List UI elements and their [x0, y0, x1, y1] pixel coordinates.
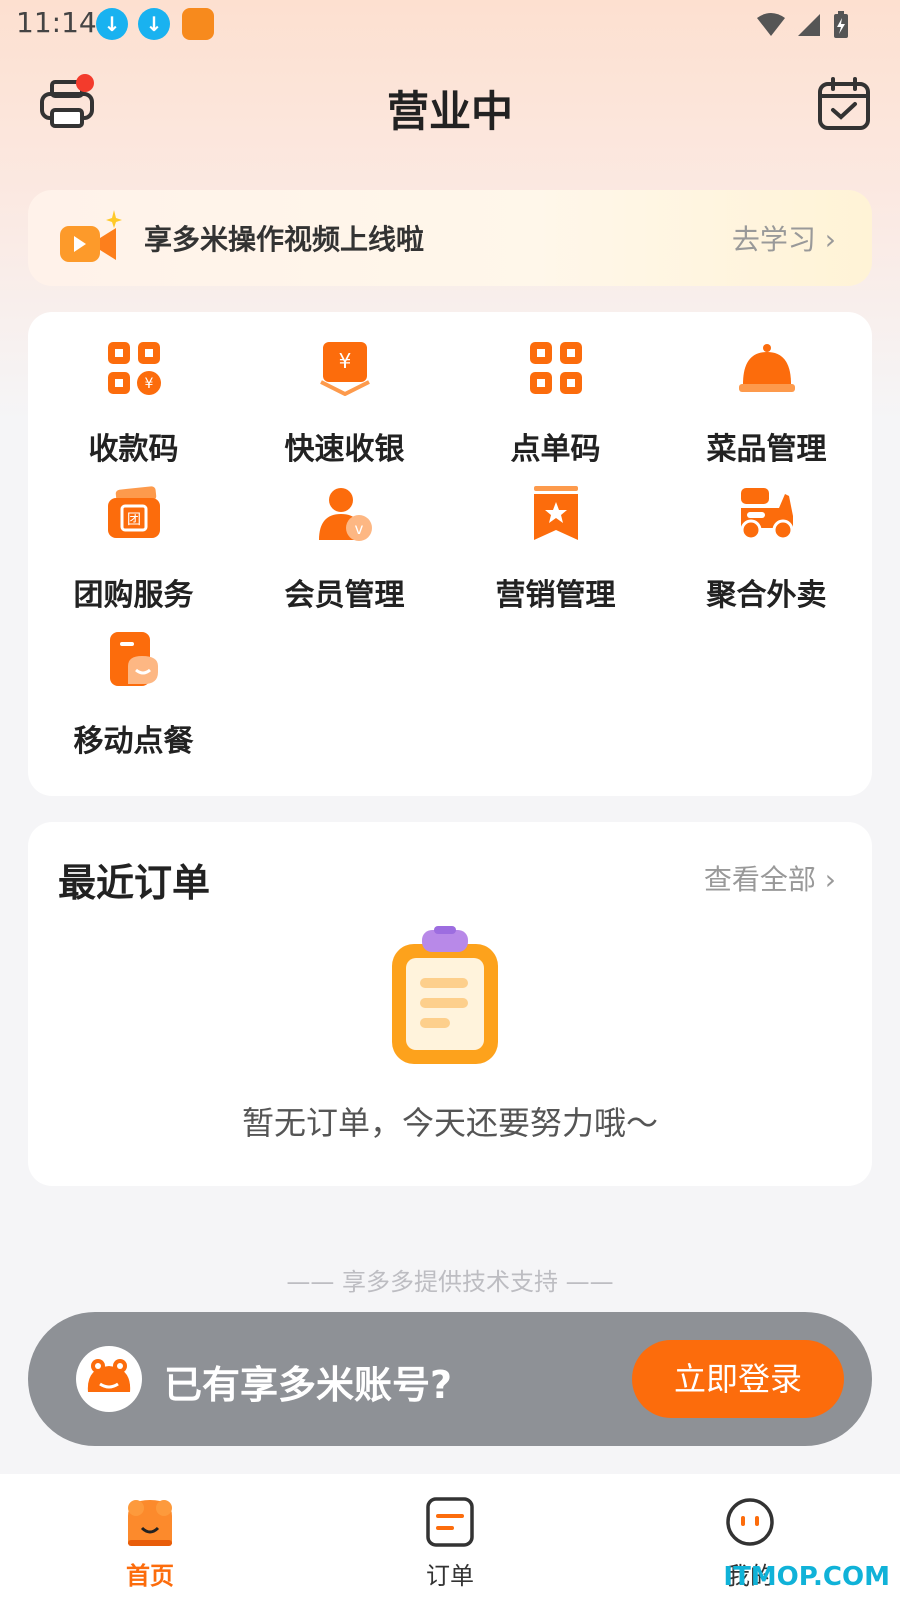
tool-quick-cashier[interactable]: ¥ 快速收银 [239, 312, 450, 467]
member-icon: v [319, 488, 372, 541]
status-bar: 11:14 ↓ ↓ [0, 0, 900, 48]
tool-label: 聚合外卖 [706, 578, 827, 613]
tool-delivery-aggregation[interactable]: 聚合外卖 [661, 458, 872, 613]
download-icon: ↓ [138, 8, 170, 40]
svg-text:¥: ¥ [145, 376, 154, 392]
tool-dish-management[interactable]: 菜品管理 [661, 312, 872, 467]
marketing-icon [534, 486, 578, 540]
login-prompt-bar: 已有享多米账号? 立即登录 [28, 1312, 872, 1446]
wifi-icon [757, 13, 785, 36]
cashier-icon: ¥ [320, 342, 370, 396]
watermark: ITMOP.COM [723, 1562, 890, 1592]
bottom-tab-bar: 首页 订单 我的 ITMOP.COM [0, 1474, 900, 1600]
tool-member-management[interactable]: v 会员管理 [239, 458, 450, 613]
tab-label: 订单 [426, 1562, 474, 1590]
mobile-order-icon [110, 632, 158, 686]
tool-group-buy[interactable]: 团 团购服务 [28, 458, 239, 613]
tool-label: 移动点餐 [73, 724, 194, 759]
calendar-button[interactable] [816, 76, 872, 132]
tab-label: 首页 [126, 1562, 174, 1590]
delivery-scooter-icon [740, 488, 794, 541]
go-learn-link[interactable]: 去学习 › [732, 218, 836, 258]
tab-orders[interactable]: 订单 [300, 1474, 600, 1600]
clipboard-empty-icon [392, 926, 498, 1064]
page-title: 营业中 [386, 87, 513, 136]
tab-home[interactable]: 首页 [0, 1474, 300, 1600]
tool-label: 会员管理 [284, 578, 405, 613]
app-header: 营业中 [0, 60, 900, 150]
tool-order-code[interactable]: 点单码 [450, 312, 661, 467]
empty-state-text: 暂无订单，今天还要努力哦～ [241, 1104, 658, 1142]
svg-text:¥: ¥ [339, 349, 352, 373]
signal-icon [798, 14, 820, 36]
section-title: 最近订单 [58, 861, 211, 905]
tool-marketing-management[interactable]: 营销管理 [450, 458, 661, 613]
order-code-icon [530, 342, 582, 394]
banner-text: 享多米操作视频上线啦 [144, 223, 425, 256]
tools-card: ¥ 收款码 ¥ 快速收银 点单码 菜品管理 团 团购服务 v 会员管理 营销管理… [28, 312, 872, 796]
brand-avatar [76, 1346, 142, 1412]
login-prompt-text: 已有享多米账号? [164, 1363, 453, 1407]
tool-label: 营销管理 [495, 578, 616, 613]
svg-text:团: 团 [127, 512, 141, 528]
status-indicators [756, 10, 850, 40]
tool-mobile-ordering[interactable]: 移动点餐 [28, 604, 239, 759]
recent-orders-card: 最近订单 查看全部 › 暂无订单，今天还要努力哦～ [28, 822, 872, 1186]
status-time: 11:14 [16, 6, 97, 39]
brand-logo-icon [87, 1359, 131, 1392]
app-notification-icon [182, 8, 214, 40]
video-camera-icon [60, 210, 122, 262]
login-button[interactable]: 立即登录 [632, 1340, 844, 1418]
orders-icon [426, 1497, 474, 1547]
dish-cloche-icon [739, 344, 795, 392]
view-all-link[interactable]: 查看全部 › [704, 858, 836, 898]
calendar-check-icon [818, 77, 870, 130]
tool-payment-qr[interactable]: ¥ 收款码 [28, 312, 239, 467]
download-icon: ↓ [96, 8, 128, 40]
support-text: —— 享多多提供技术支持 —— [286, 1268, 614, 1296]
group-buy-icon: 团 [108, 486, 160, 538]
profile-icon [726, 1498, 774, 1546]
qr-payment-icon: ¥ [108, 342, 161, 395]
home-icon [128, 1500, 172, 1546]
svg-text:v: v [355, 520, 364, 538]
video-tutorial-banner[interactable]: 享多米操作视频上线啦 去学习 › [28, 190, 872, 286]
battery-icon [834, 11, 848, 38]
